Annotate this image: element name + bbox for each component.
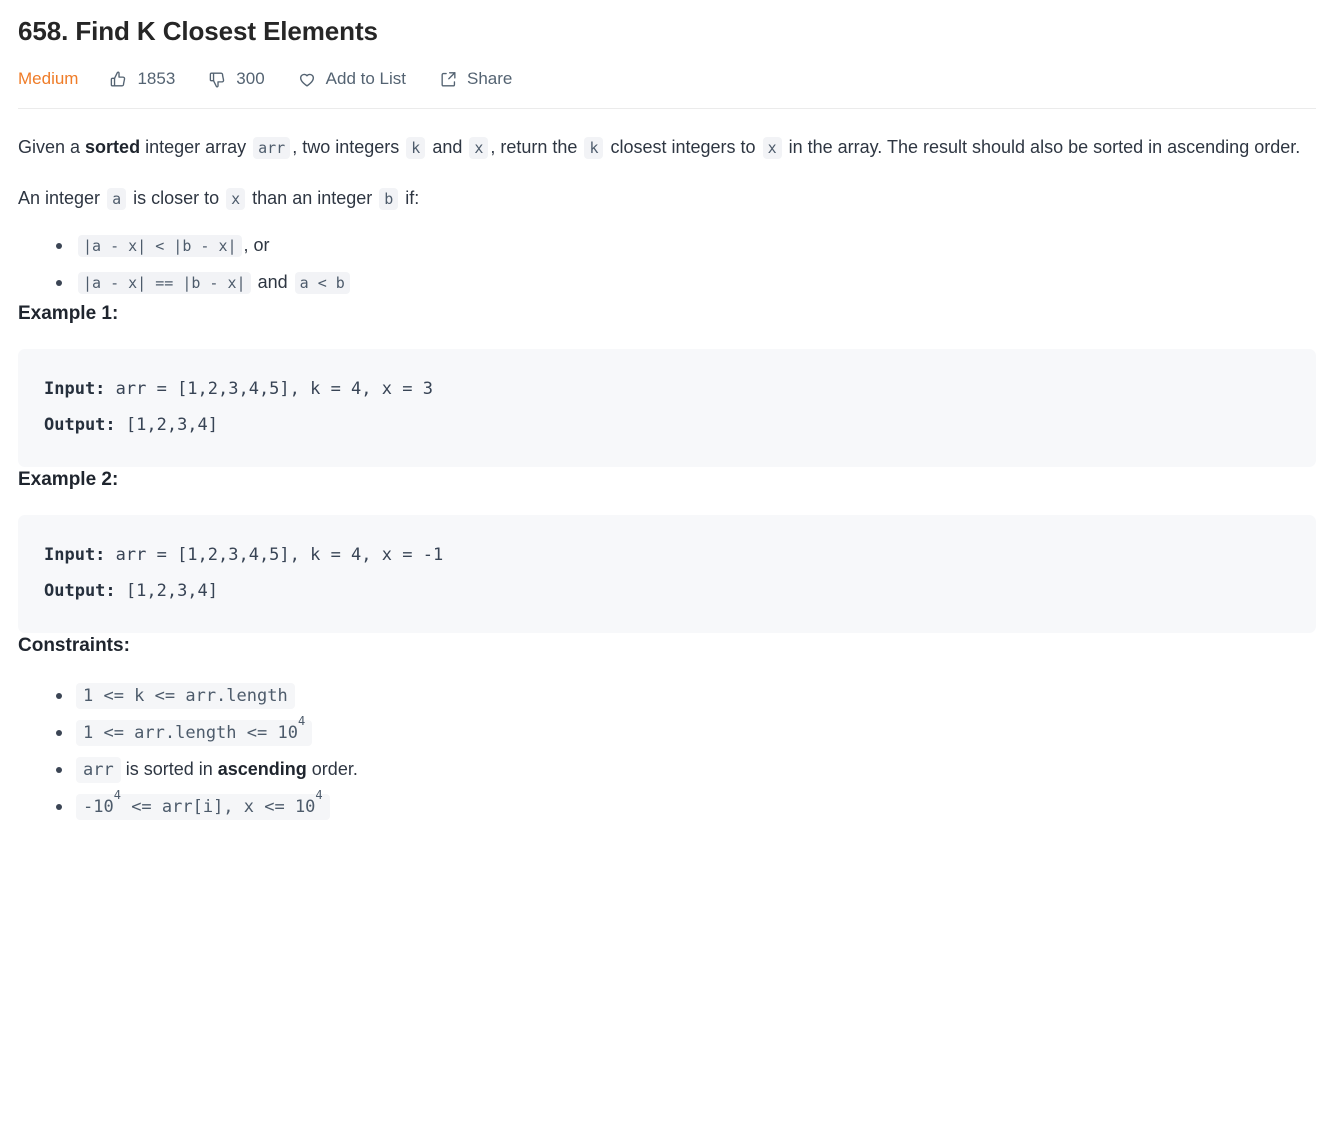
share-icon <box>438 69 458 89</box>
text-fragment: order. <box>306 759 358 779</box>
emphasis-sorted: sorted <box>85 137 141 157</box>
example-2-code: Input: arr = [1,2,3,4,5], k = 4, x = -1 … <box>18 515 1316 633</box>
like-count: 1853 <box>137 69 176 88</box>
difficulty-badge: Medium <box>18 69 79 88</box>
inline-code-x2: x <box>762 137 782 159</box>
example-1-code: Input: arr = [1,2,3,4,5], k = 4, x = 3 O… <box>18 349 1316 467</box>
constraint-code-2: 1 <= arr.length <= 104 <box>76 715 313 746</box>
text-fragment: in the array. The result should also be … <box>783 137 1301 157</box>
example-2-heading: Example 2: <box>18 469 119 490</box>
output-label: Output: <box>44 581 116 601</box>
emphasis-ascending: ascending <box>217 759 307 779</box>
share-button[interactable]: Share <box>438 68 512 90</box>
text-fragment: , or <box>243 235 270 255</box>
thumbs-up-icon <box>108 69 128 89</box>
list-item: -104 <= arr[i], x <= 104 <box>56 788 1316 825</box>
text-fragment: An integer <box>18 188 106 208</box>
text-fragment: and <box>427 137 468 157</box>
inline-code-k: k <box>406 137 426 159</box>
input-value: arr = [1,2,3,4,5], k = 4, x = -1 <box>105 545 444 565</box>
add-to-list-label: Add to List <box>325 69 406 88</box>
heart-icon <box>297 69 317 89</box>
text-fragment: Given a <box>18 137 86 157</box>
text-fragment: if: <box>400 188 420 208</box>
superscript: 4 <box>315 788 323 803</box>
list-item: |a - x| < |b - x|, or <box>56 227 1316 264</box>
superscript: 4 <box>297 714 306 729</box>
inline-code-rule-2b: a < b <box>294 272 350 294</box>
dislike-count: 300 <box>236 69 265 88</box>
list-item: 1 <= arr.length <= 104 <box>56 714 1316 751</box>
dislike-button[interactable]: 300 <box>207 68 265 90</box>
text-fragment: than an integer <box>247 188 378 208</box>
inline-code-rule-1: |a - x| < |b - x| <box>78 235 242 257</box>
add-to-list-button[interactable]: Add to List <box>297 68 406 90</box>
inline-code-k2: k <box>584 137 604 159</box>
example-1-heading: Example 1: <box>18 303 119 324</box>
problem-content: Given a sorted integer array arr, two in… <box>0 133 1334 825</box>
text-fragment: 1 <= arr.length <= 10 <box>83 723 298 743</box>
text-fragment: , return the <box>490 137 583 157</box>
constraints-heading: Constraints: <box>18 635 130 656</box>
problem-meta-row: Medium 1853 300 Add to List Share <box>18 62 1316 96</box>
constraint-code-1: 1 <= k <= arr.length <box>76 683 295 709</box>
text-fragment: is closer to <box>128 188 225 208</box>
constraint-code-4: -104 <= arr[i], x <= 104 <box>76 789 330 820</box>
output-label: Output: <box>44 415 116 435</box>
inline-code-b: b <box>379 188 399 210</box>
header-divider <box>18 108 1316 109</box>
inline-code-x: x <box>469 137 489 159</box>
thumbs-down-icon <box>207 69 227 89</box>
problem-header: 658. Find K Closest Elements Medium 1853 <box>0 0 1334 109</box>
text-fragment: , two integers <box>292 137 405 157</box>
list-item: |a - x| == |b - x| and a < b <box>56 264 1316 301</box>
input-label: Input: <box>44 379 106 399</box>
closer-rules-list: |a - x| < |b - x|, or |a - x| == |b - x|… <box>18 227 1316 301</box>
list-item: 1 <= k <= arr.length <box>56 677 1316 714</box>
input-value: arr = [1,2,3,4,5], k = 4, x = 3 <box>105 379 433 399</box>
text-fragment: integer array <box>140 137 252 157</box>
output-value: [1,2,3,4] <box>115 415 219 435</box>
problem-page: 658. Find K Closest Elements Medium 1853 <box>0 0 1334 825</box>
list-item: arr is sorted in ascending order. <box>56 751 1316 788</box>
inline-code-rule-2: |a - x| == |b - x| <box>78 272 251 294</box>
description-paragraph-1: Given a sorted integer array arr, two in… <box>18 133 1316 162</box>
text-fragment: and <box>257 272 288 292</box>
inline-code-a: a <box>107 188 127 210</box>
text-fragment: is sorted in <box>120 759 218 779</box>
inline-code-x3: x <box>226 188 246 210</box>
input-label: Input: <box>44 545 106 565</box>
page-title: 658. Find K Closest Elements <box>18 16 378 46</box>
like-button[interactable]: 1853 <box>108 68 175 90</box>
text-fragment: -10 <box>83 797 114 817</box>
text-fragment: <= arr[i], x <= 10 <box>120 797 316 817</box>
text-fragment: closest integers to <box>605 137 761 157</box>
constraints-list: 1 <= k <= arr.length 1 <= arr.length <= … <box>18 677 1316 825</box>
description-paragraph-2: An integer a is closer to x than an inte… <box>18 184 1316 213</box>
inline-code-arr: arr <box>253 137 291 159</box>
share-label: Share <box>467 69 513 88</box>
superscript: 4 <box>113 788 121 803</box>
output-value: [1,2,3,4] <box>115 581 219 601</box>
constraint-code-3: arr <box>76 757 121 783</box>
